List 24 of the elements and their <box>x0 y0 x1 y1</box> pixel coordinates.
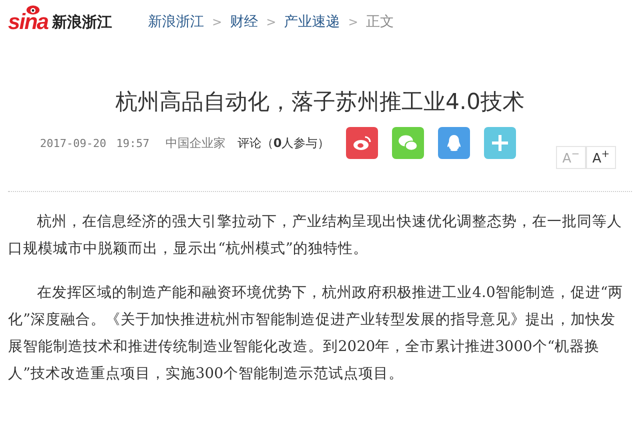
breadcrumb-link[interactable]: 产业速递 <box>284 13 340 31</box>
article-title: 杭州高品自动化，落子苏州推工业4.0技术 <box>114 89 526 117</box>
increase-font-button[interactable]: A$^{+}$ <box>586 146 616 169</box>
breadcrumb-separator: > <box>266 15 276 29</box>
article-source: 中国企业家 <box>165 134 226 152</box>
weibo-share-button[interactable] <box>346 127 378 159</box>
eye-icon <box>26 5 40 15</box>
wechat-share-button[interactable] <box>392 127 424 159</box>
breadcrumb-separator: > <box>348 15 358 29</box>
article-paragraph: 在发挥区域的制造产能和融资环境优势下，杭州政府积极推进工业4.0智能制造，促进“两化”深度融合。《关于加快推进杭州市智能制造促进产业转型发展的指导意见》提出，加快发展智能制造技术和推进传统制造业智能化改造。到2020年，全市累计推进3000个“机器换人”技术改造重点项目，实施300个智能制造示范试点项目。 <box>8 283 624 384</box>
breadcrumb-link[interactable]: 新浪浙江 <box>148 13 204 31</box>
site-name: 新浪浙江 <box>52 12 112 32</box>
article-paragraph: 杭州，在信息经济的强大引擎拉动下，产业结构呈现出快速优化调整态势，在一批同等人口规模城市中脱颖而出，显示出“杭州模式”的独特性。 <box>8 212 624 259</box>
breadcrumb-separator: > <box>212 15 222 29</box>
breadcrumb-link[interactable]: 财经 <box>230 13 258 31</box>
publish-time: 19:57 <box>116 136 150 150</box>
plus-icon <box>490 133 510 153</box>
breadcrumb-current: 正文 <box>366 13 394 31</box>
publish-date: 2017-09-20 <box>40 136 106 150</box>
more-share-button[interactable] <box>484 127 516 159</box>
logo-text[interactable]: sina <box>8 9 48 35</box>
comments-link[interactable]: 评论（0人参与） <box>237 134 330 152</box>
weibo-icon <box>352 133 372 153</box>
qq-share-button[interactable] <box>438 127 470 159</box>
